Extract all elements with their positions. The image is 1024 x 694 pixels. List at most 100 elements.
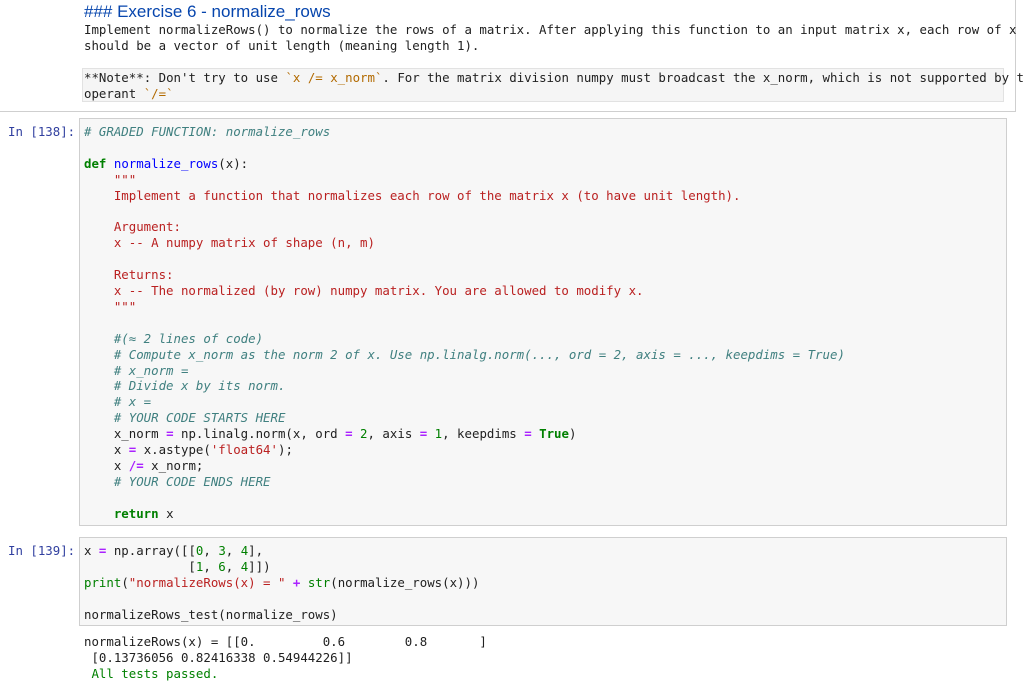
code-token: # Divide x by its norm. bbox=[84, 378, 286, 394]
code-token: print bbox=[84, 574, 122, 590]
code-token: 6 bbox=[218, 558, 226, 574]
code-line: x -- The normalized (by row) numpy matri… bbox=[84, 283, 644, 299]
code-line: Returns: bbox=[84, 267, 174, 283]
code-token: ]]) bbox=[248, 558, 271, 574]
description-line-1: Implement normalizeRows() to normalize t… bbox=[84, 22, 1017, 37]
code-token: x bbox=[84, 457, 129, 473]
cell-prompt-138: In [138]: bbox=[8, 124, 76, 139]
code-line: # x = bbox=[84, 394, 151, 410]
code-line: Argument: bbox=[84, 219, 181, 235]
code-token: np.linalg.norm(x, ord bbox=[173, 426, 346, 442]
note-label: **Note** bbox=[84, 70, 144, 85]
code-token: , bbox=[225, 558, 241, 574]
code-token: x -- A numpy matrix of shape (n, m) bbox=[84, 235, 375, 251]
code-token: x -- The normalized (by row) numpy matri… bbox=[84, 283, 644, 298]
note-line-1: **Note**: Don't try to use `x /= x_norm`… bbox=[84, 70, 1024, 86]
code-token: = bbox=[345, 426, 353, 442]
code-token: ( bbox=[121, 574, 129, 590]
code-line: """ bbox=[84, 299, 136, 315]
code-token: Argument: bbox=[84, 219, 181, 235]
code-line: x = np.array([[0, 3, 4], bbox=[84, 543, 263, 559]
code-cell-test[interactable]: x = np.array([[0, 3, 4], [1, 6, 4]]) prin… bbox=[79, 537, 1007, 626]
code-token: (x): bbox=[218, 155, 249, 171]
code-token: , keepdims bbox=[442, 426, 525, 442]
code-token: def bbox=[84, 155, 107, 171]
code-line: x /= x_norm; bbox=[84, 457, 204, 474]
code-token: x bbox=[84, 442, 129, 457]
code-token: 2 bbox=[360, 426, 368, 442]
code-token: True bbox=[539, 426, 569, 442]
code-line: x = x.astype('float64'); bbox=[84, 442, 293, 458]
code-token: #(≈ 2 lines of code) bbox=[84, 330, 264, 346]
code-token: /= bbox=[128, 457, 144, 473]
code-token: normalizeRows_test(normalize_rows) bbox=[84, 606, 338, 622]
code-token: x.astype( bbox=[136, 442, 211, 457]
note-inline-code-1: `x /= x_norm` bbox=[285, 70, 383, 85]
code-token: , axis bbox=[367, 426, 420, 442]
code-token: # x = bbox=[84, 394, 152, 410]
code-token: "normalizeRows(x) = " bbox=[128, 574, 286, 590]
code-token: np.array([[ bbox=[106, 543, 196, 558]
code-token: str bbox=[307, 574, 331, 590]
code-token: , bbox=[225, 543, 241, 558]
cell-prompt-139: In [139]: bbox=[8, 543, 76, 558]
output-line: [0.13736056 0.82416338 0.54944226]] bbox=[84, 650, 353, 665]
code-cell-normalize-rows[interactable]: # GRADED FUNCTION: normalize_rowsdef nor… bbox=[79, 118, 1007, 526]
code-line: # GRADED FUNCTION: normalize_rows bbox=[84, 124, 330, 140]
code-token: ); bbox=[277, 442, 293, 457]
code-line: # Compute x_norm as the norm 2 of x. Use… bbox=[84, 347, 845, 363]
code-token: 3 bbox=[218, 543, 226, 558]
markdown-cell[interactable]: ### Exercise 6 - normalize_rows Implemen… bbox=[0, 0, 1024, 112]
note-text-2: . For the matrix division numpy must bro… bbox=[382, 70, 1024, 85]
code-token: x bbox=[158, 505, 174, 521]
code-token: # YOUR CODE STARTS HERE bbox=[84, 410, 286, 426]
code-token: ], bbox=[248, 543, 264, 558]
code-token: = bbox=[524, 426, 532, 442]
code-token: x_norm; bbox=[143, 457, 204, 473]
code-token: Returns: bbox=[84, 267, 174, 283]
code-line: # Divide x by its norm. bbox=[84, 378, 286, 394]
code-token: [ bbox=[84, 558, 196, 574]
tests-passed-message: All tests passed. bbox=[84, 666, 219, 681]
code-line: print("normalizeRows(x) = " + str(normal… bbox=[84, 575, 479, 591]
code-token: """ bbox=[84, 171, 137, 187]
code-token: x bbox=[84, 543, 99, 558]
code-token: 'float64' bbox=[210, 442, 278, 457]
code-token: return bbox=[84, 505, 159, 521]
note-block: **Note**: Don't try to use `x /= x_norm`… bbox=[82, 68, 1024, 102]
description-line-2: should be a vector of unit length (meani… bbox=[84, 38, 480, 53]
code-line: x_norm = np.linalg.norm(x, ord = 2, axis… bbox=[84, 426, 577, 442]
code-token: # GRADED FUNCTION: normalize_rows bbox=[84, 124, 331, 139]
code-line: # YOUR CODE ENDS HERE bbox=[84, 474, 271, 490]
code-token: (normalize_rows(x))) bbox=[330, 574, 480, 590]
code-token: # YOUR CODE ENDS HERE bbox=[84, 473, 271, 489]
code-line: [1, 6, 4]]) bbox=[84, 558, 271, 575]
code-token: = bbox=[166, 426, 174, 442]
code-line: return x bbox=[84, 506, 174, 522]
note-text-1: : Don't try to use bbox=[143, 70, 286, 85]
code-token: # x_norm = bbox=[84, 362, 189, 378]
note-inline-code-2: `/=` bbox=[143, 86, 174, 101]
code-token: normalize_rows bbox=[113, 155, 219, 171]
code-line: Implement a function that normalizes eac… bbox=[84, 187, 741, 204]
note-line-2: operant `/=` bbox=[84, 86, 174, 102]
code-line: """ bbox=[84, 172, 136, 188]
code-token: ) bbox=[568, 426, 577, 442]
code-line: x -- A numpy matrix of shape (n, m) bbox=[84, 235, 375, 251]
output-line: normalizeRows(x) = [[0. 0.6 0.8 ] bbox=[84, 634, 487, 649]
code-token: """ bbox=[84, 298, 137, 314]
code-token: # Compute x_norm as the norm 2 of x. Use… bbox=[84, 346, 845, 362]
code-token: Implement a function that normalizes eac… bbox=[84, 187, 741, 203]
code-line: # YOUR CODE STARTS HERE bbox=[84, 410, 286, 426]
code-token: , bbox=[203, 558, 219, 574]
code-token: , bbox=[203, 543, 219, 558]
code-line: # x_norm = bbox=[84, 362, 189, 379]
code-line: normalizeRows_test(normalize_rows) bbox=[84, 607, 338, 623]
code-token: x_norm bbox=[84, 426, 167, 442]
exercise-heading: ### Exercise 6 - normalize_rows bbox=[84, 2, 331, 21]
